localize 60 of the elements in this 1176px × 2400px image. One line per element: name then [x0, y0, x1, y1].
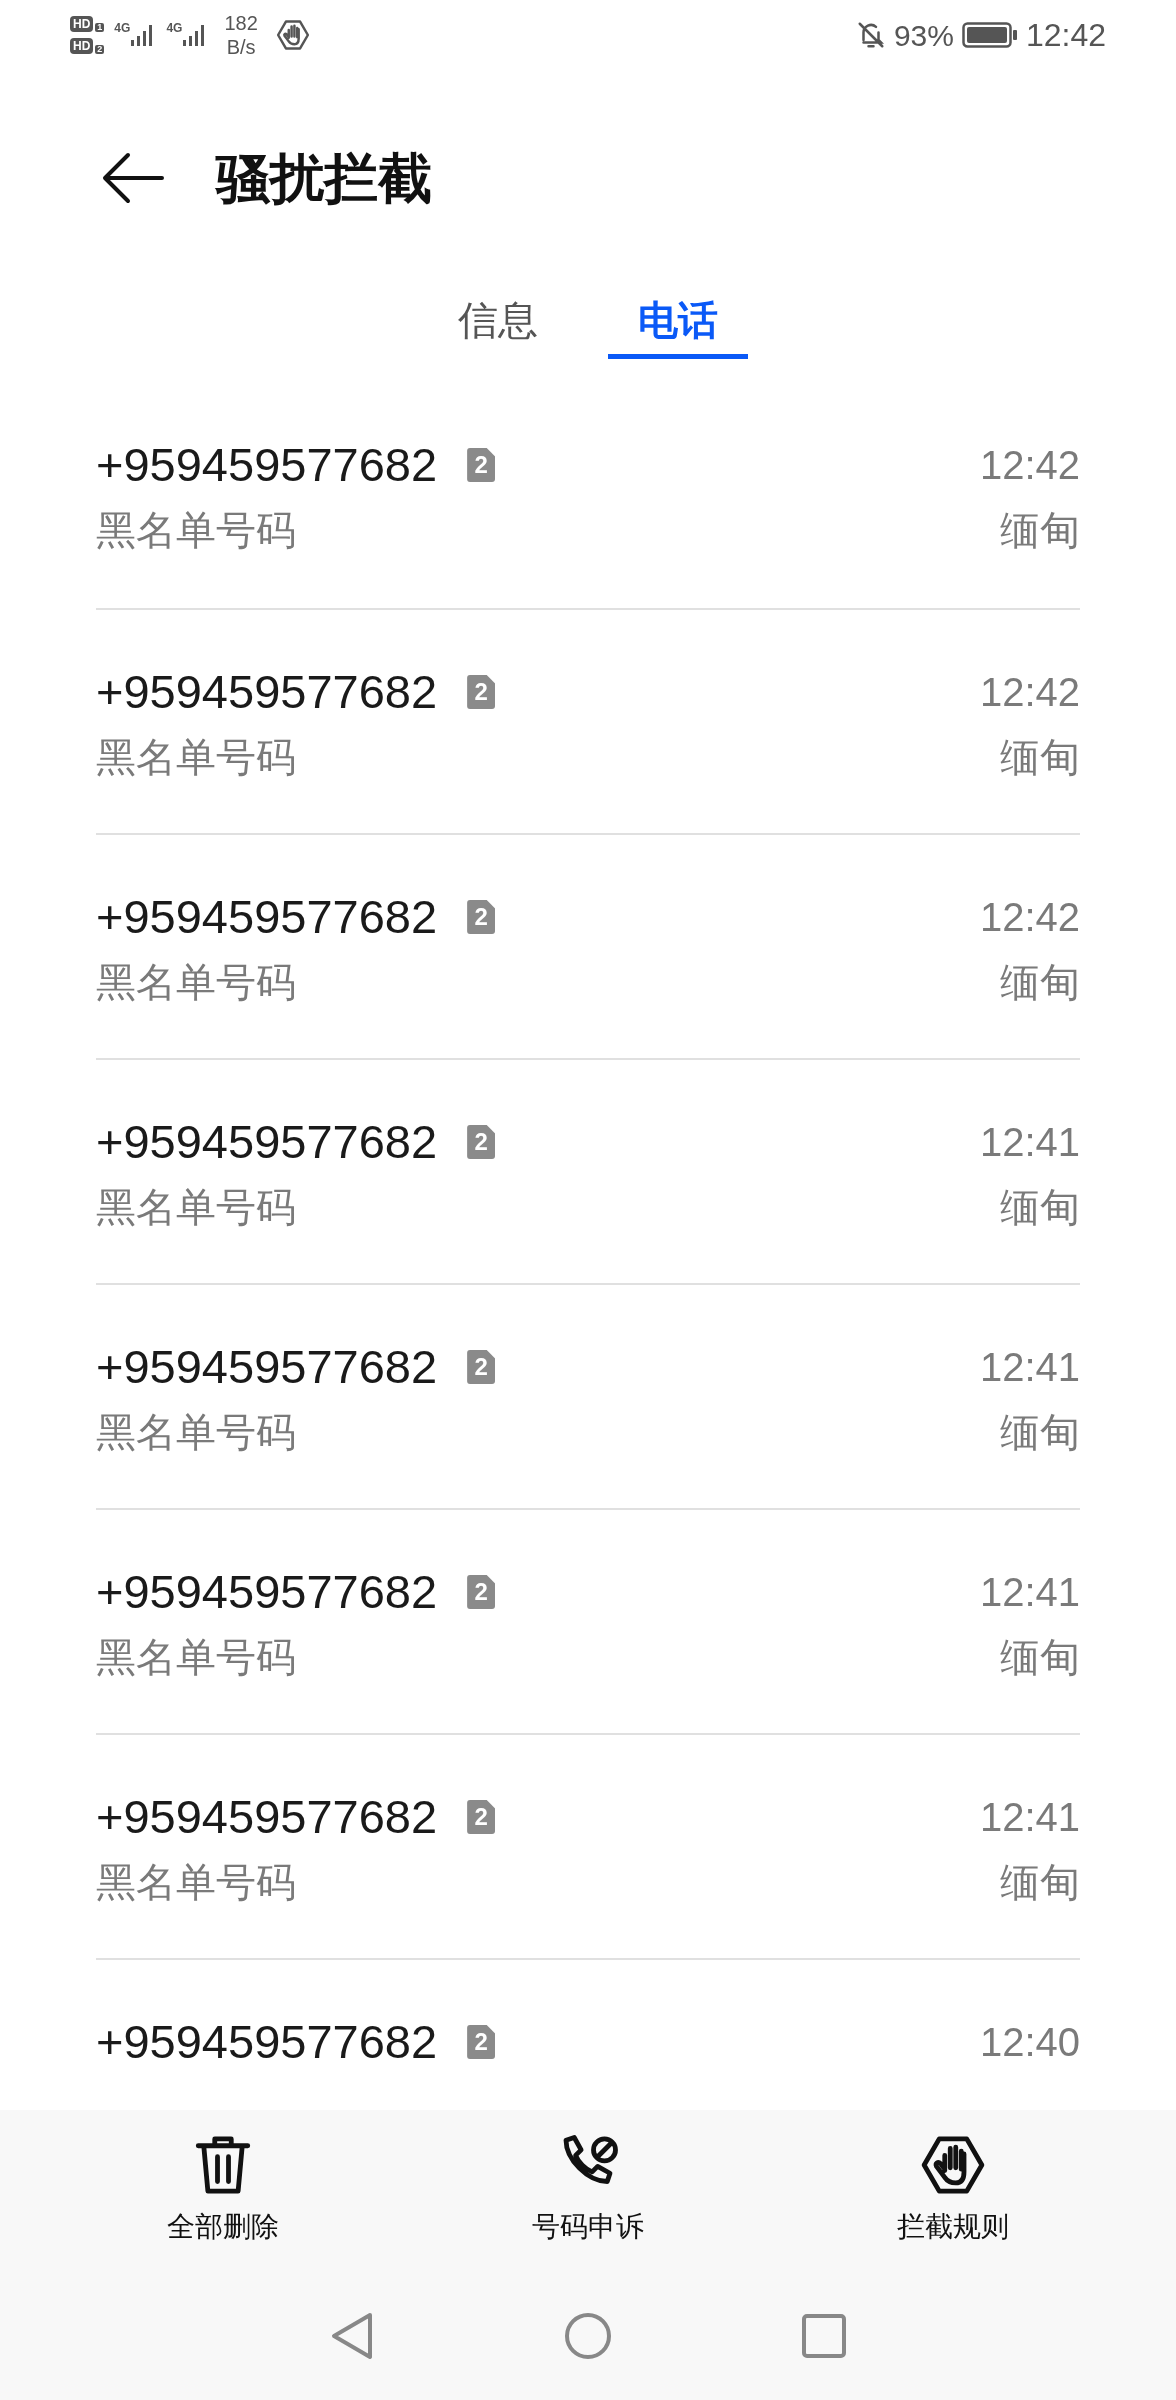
sim-card-icon: 2 — [467, 1575, 496, 1609]
call-location: 缅甸 — [1000, 1184, 1080, 1231]
speed-unit: B/s — [226, 37, 256, 57]
speed-value: 182 — [224, 13, 258, 33]
home-nav-icon[interactable] — [564, 2312, 612, 2360]
call-time: 12:41 — [979, 1119, 1080, 1166]
sim-card-icon: 2 — [467, 900, 496, 934]
call-time: 12:42 — [979, 669, 1080, 716]
call-location: 缅甸 — [1000, 507, 1080, 554]
hand-stop-icon — [275, 18, 310, 52]
tab[interactable]: 电话 — [608, 286, 748, 359]
phone-number: +959459577682 — [96, 436, 438, 493]
sim-card-icon: 2 — [467, 1800, 496, 1834]
phone-number: +959459577682 — [96, 1338, 438, 1395]
sim-card-icon: 2 — [467, 675, 496, 709]
page-title: 骚扰拦截 — [216, 146, 432, 210]
toolbar-action[interactable]: 拦截规则 — [770, 2132, 1136, 2282]
call-time: 12:41 — [979, 1569, 1080, 1616]
call-location: 缅甸 — [1000, 1634, 1080, 1681]
phone-number: +959459577682 — [96, 1113, 438, 1170]
recents-nav-icon[interactable] — [802, 2314, 846, 2358]
call-time: 12:41 — [979, 1344, 1080, 1391]
battery-percent: 93% — [893, 17, 954, 54]
phone-number: +959459577682 — [96, 2013, 438, 2070]
call-location: 缅甸 — [1000, 1409, 1080, 1456]
phone-number: +959459577682 — [96, 1563, 438, 1620]
call-tag: 黑名单号码 — [96, 952, 296, 1012]
sim-card-icon: 2 — [467, 1350, 496, 1384]
phone-number: +959459577682 — [96, 1788, 438, 1845]
network-type: 4G — [114, 22, 131, 34]
call-location: 缅甸 — [1000, 1859, 1080, 1906]
call-tag: 黑名单号码 — [96, 1177, 296, 1237]
back-arrow-icon — [102, 152, 164, 204]
hd-badge: HD — [70, 38, 94, 54]
sim-slot-badge: 2 — [95, 45, 105, 54]
phone-number: +959459577682 — [96, 663, 438, 720]
toolbar-action[interactable]: 号码申诉 — [405, 2132, 771, 2282]
call-tag: 黑名单号码 — [96, 1402, 296, 1462]
tab[interactable]: 信息 — [428, 286, 568, 359]
sim-card-icon: 2 — [467, 1125, 496, 1159]
call-tag: 黑名单号码 — [96, 1852, 296, 1912]
network-type: 4G — [166, 22, 183, 34]
back-nav-icon[interactable] — [330, 2311, 374, 2361]
call-location: 缅甸 — [1000, 734, 1080, 781]
hd-badge: HD — [70, 16, 94, 32]
call-time: 12:40 — [979, 2019, 1080, 2066]
call-time: 12:41 — [979, 1794, 1080, 1841]
sim-card-icon: 2 — [467, 448, 496, 482]
call-tag: 黑名单号码 — [96, 500, 296, 560]
call-location: 缅甸 — [1000, 959, 1080, 1006]
call-tag: 黑名单号码 — [96, 727, 296, 787]
phone-number: +959459577682 — [96, 888, 438, 945]
toolbar-action[interactable]: 全部删除 — [40, 2132, 406, 2282]
sim-card-icon: 2 — [467, 2025, 496, 2059]
call-tag: 黑名单号码 — [96, 1627, 296, 1687]
battery-icon — [961, 21, 1018, 49]
clock: 12:42 — [1025, 16, 1106, 55]
call-time: 12:42 — [979, 442, 1080, 489]
sim-slot-badge: 1 — [95, 23, 105, 32]
call-time: 12:42 — [979, 894, 1080, 941]
